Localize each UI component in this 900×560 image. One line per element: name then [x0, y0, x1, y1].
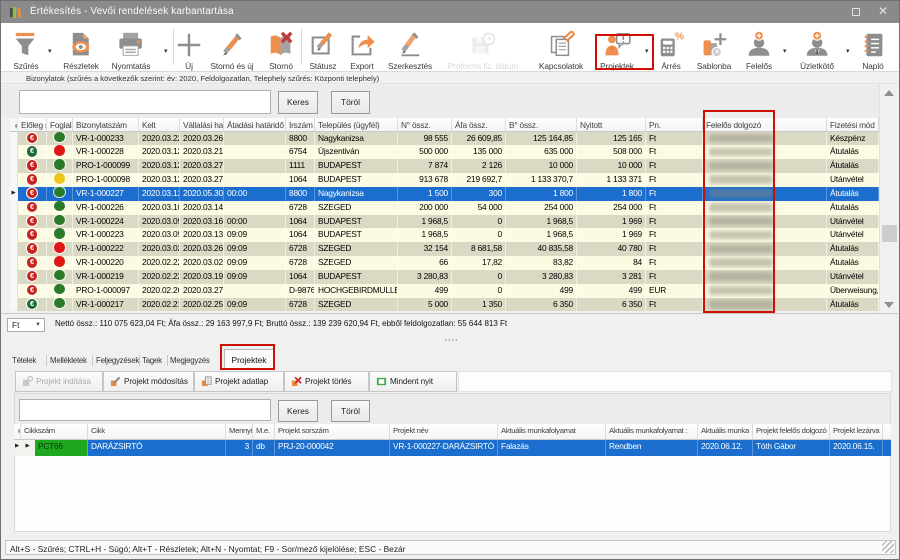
svg-text:%: %	[675, 31, 684, 42]
